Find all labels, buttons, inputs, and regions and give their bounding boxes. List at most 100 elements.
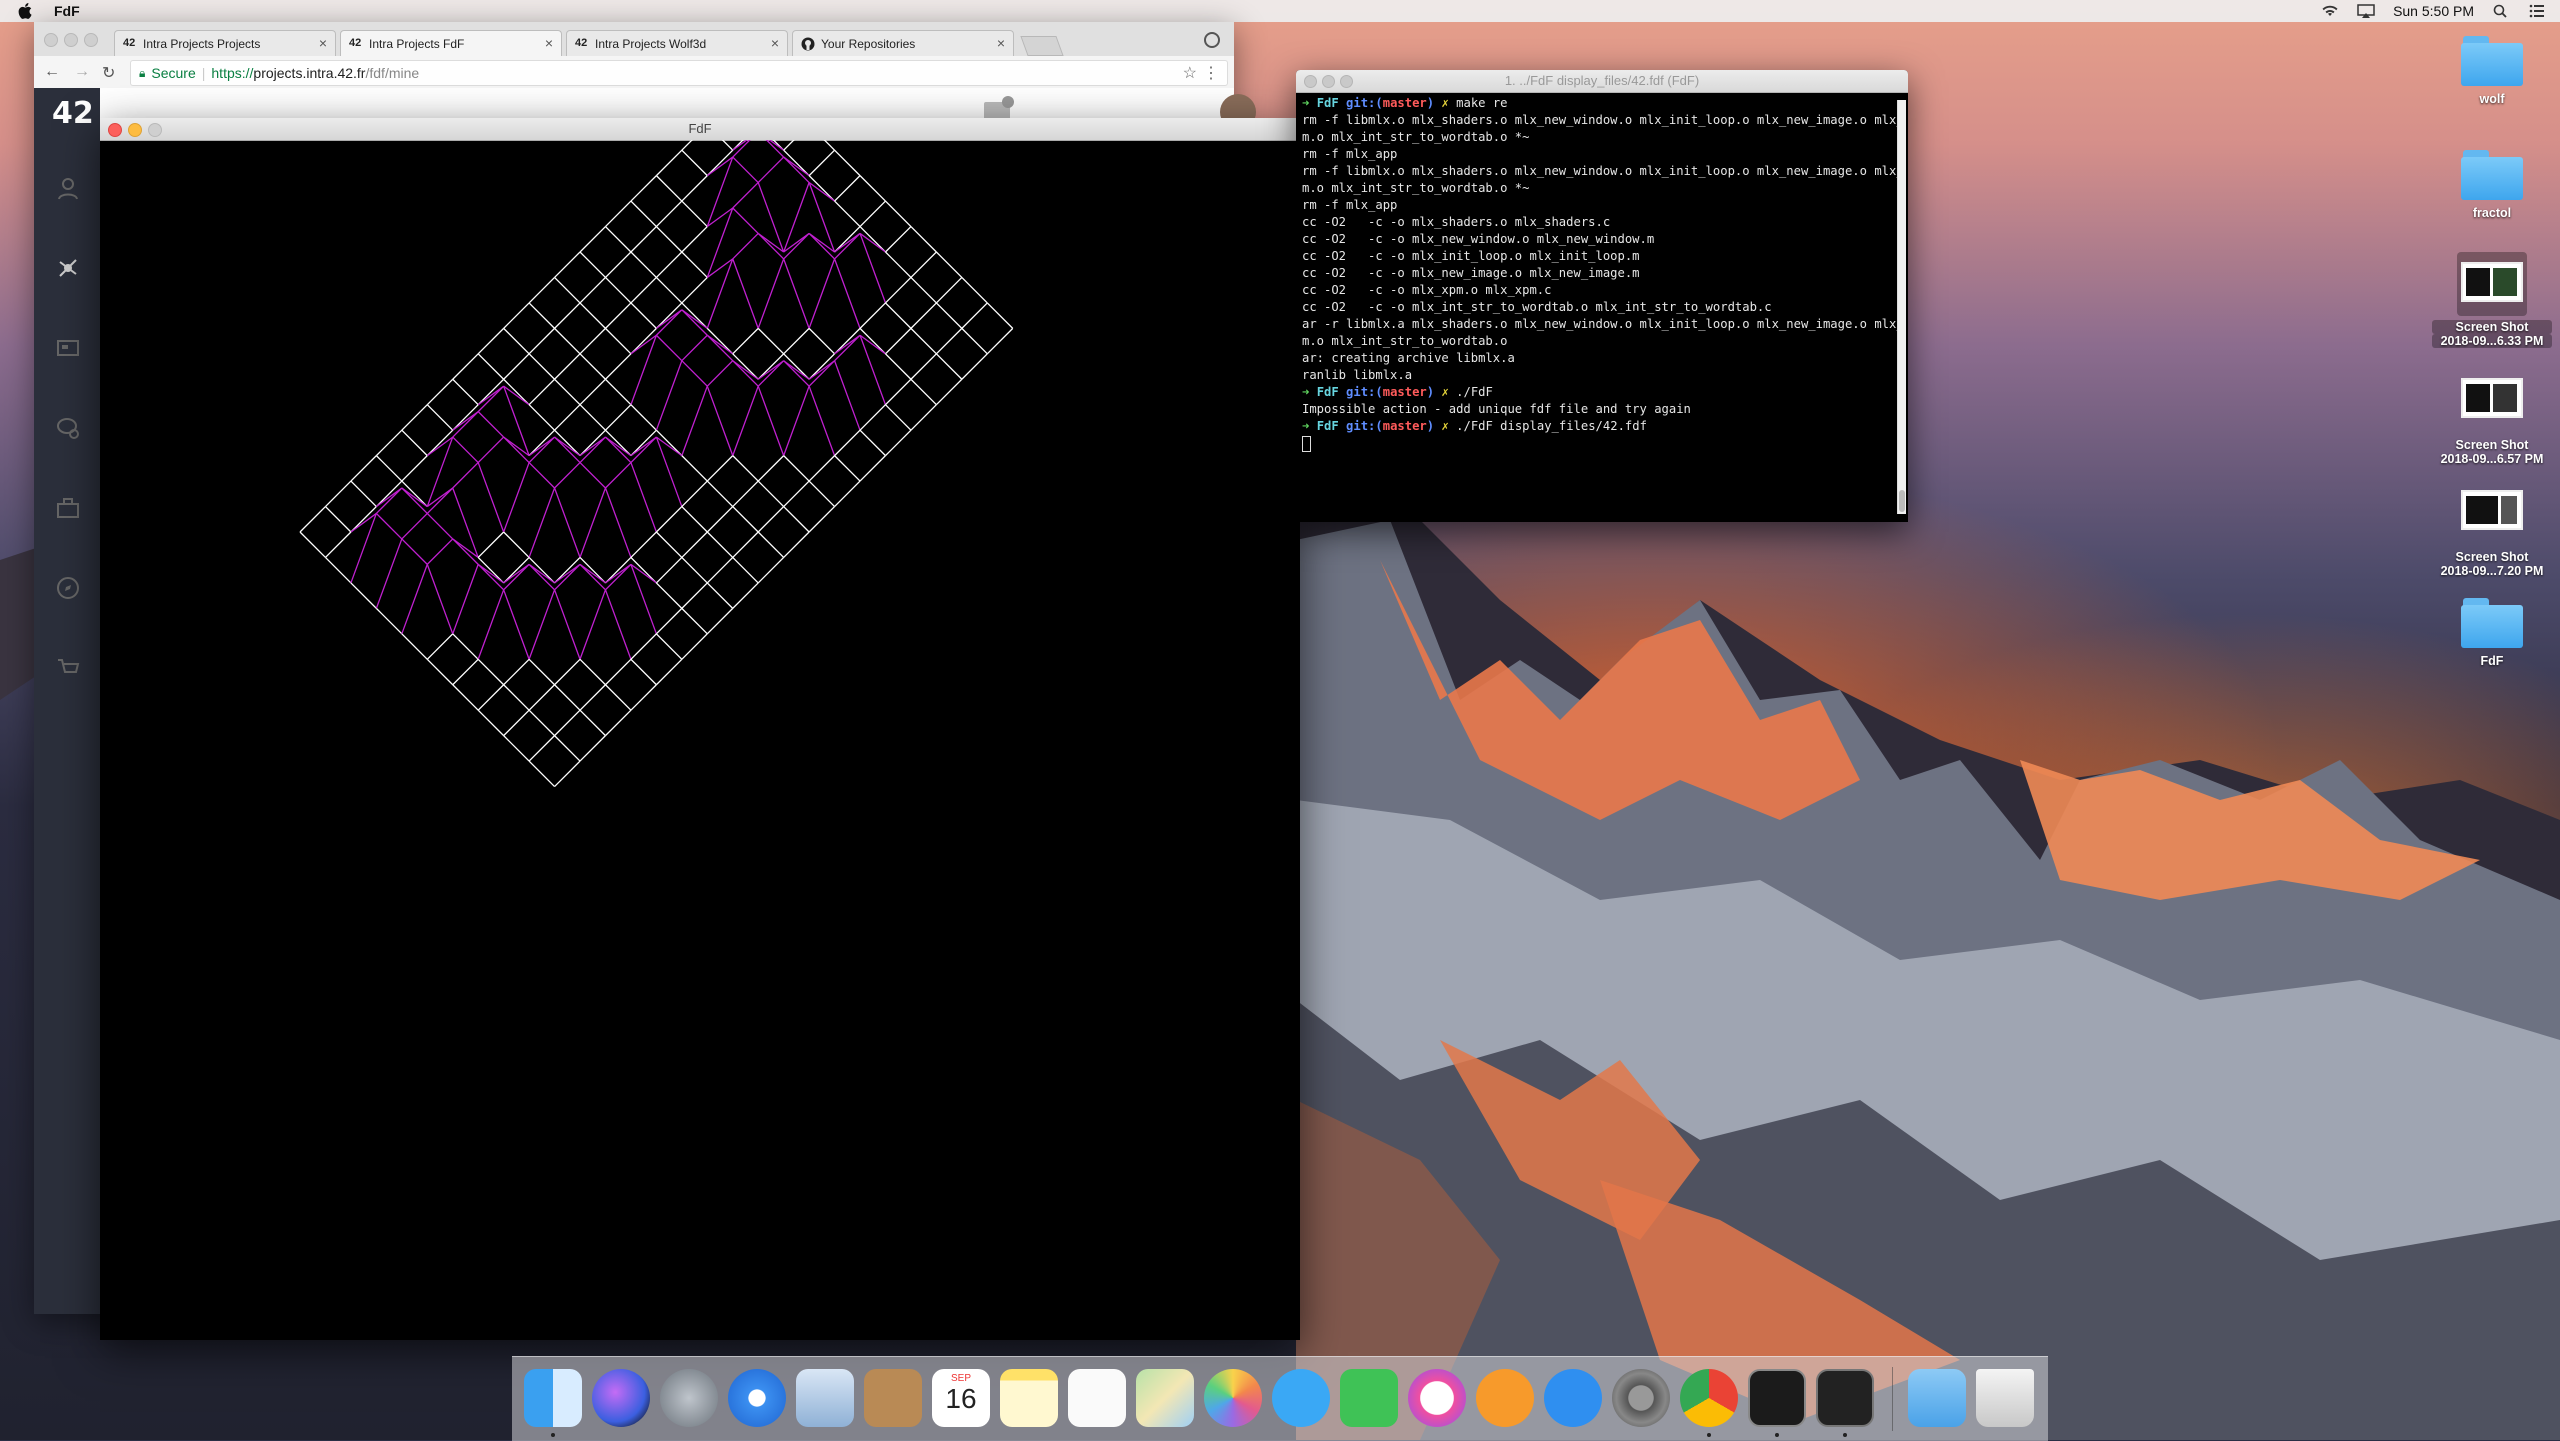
tab-close-icon[interactable]: × — [319, 35, 327, 51]
notification-center-icon[interactable] — [2528, 4, 2546, 18]
companies-nav-icon[interactable] — [56, 496, 80, 520]
tab-close-icon[interactable]: × — [545, 35, 553, 51]
fdf-titlebar[interactable]: FdF — [100, 118, 1300, 141]
system-preferences-icon[interactable] — [1612, 1369, 1670, 1427]
grid-edge — [630, 175, 657, 202]
facetime-icon[interactable] — [1340, 1369, 1398, 1427]
siri-icon[interactable] — [592, 1369, 650, 1427]
relief-edge — [732, 360, 759, 387]
relief-edge — [808, 360, 835, 380]
forum-nav-icon[interactable] — [56, 416, 80, 440]
reminders-icon[interactable] — [1068, 1369, 1126, 1427]
terminal-prompt-line: ➜ FdF git:(master) ✗ ./FdF — [1302, 384, 1892, 401]
desktop-folder-wolf[interactable]: wolf — [2432, 36, 2552, 106]
minimize-window-button[interactable] — [64, 33, 78, 47]
itunes-icon[interactable] — [1408, 1369, 1466, 1427]
terminal-output-line: m.o mlx_int_str_to_wordtab.o *~ — [1302, 130, 1530, 144]
relief-edge — [757, 385, 785, 456]
zoom-window-button[interactable] — [84, 33, 98, 47]
bookmark-star-icon[interactable]: ☆ — [1183, 63, 1197, 83]
downloads-folder-icon[interactable] — [1908, 1369, 1966, 1427]
grid-edge — [503, 735, 530, 762]
chrome-menu-icon[interactable]: ⋮ — [1203, 63, 1219, 83]
desktop-folder-fdf[interactable]: FdF — [2432, 598, 2552, 668]
relief-edge — [706, 334, 734, 355]
tab-title: Intra Projects Projects — [143, 36, 261, 51]
app-store-icon[interactable] — [1544, 1369, 1602, 1427]
grid-edge — [910, 327, 937, 355]
desktop-screenshot-1[interactable]: Screen Shot 2018-09...6.33 PM — [2432, 252, 2552, 348]
relief-edge — [605, 563, 632, 591]
terminal-scrollbar[interactable] — [1897, 100, 1906, 514]
grid-edge — [757, 506, 785, 533]
terminal-cursor-line[interactable] — [1302, 435, 1892, 452]
mail-icon[interactable] — [796, 1369, 854, 1427]
terminal-titlebar[interactable]: 1. ../FdF display_files/42.fdf (FdF) — [1296, 70, 1908, 93]
trash-icon[interactable] — [1976, 1369, 2034, 1427]
grid-edge — [554, 556, 581, 584]
close-window-button[interactable] — [108, 123, 122, 137]
chrome-icon[interactable] — [1680, 1369, 1738, 1427]
projects-graph-nav-icon[interactable] — [56, 256, 80, 280]
compass-nav-icon[interactable] — [56, 576, 80, 600]
minimize-window-button[interactable] — [1322, 75, 1335, 88]
desktop-folder-fractol[interactable]: fractol — [2432, 150, 2552, 220]
fdf-wireframe-canvas[interactable] — [100, 140, 1300, 1340]
apple-menu-icon[interactable] — [18, 3, 32, 19]
elearning-nav-icon[interactable] — [56, 336, 80, 360]
launchpad-icon[interactable] — [660, 1369, 718, 1427]
maps-icon[interactable] — [1136, 1369, 1194, 1427]
airplay-display-icon[interactable] — [2357, 4, 2375, 18]
relief-edge — [503, 563, 530, 591]
back-arrow-icon[interactable]: ← — [44, 63, 60, 81]
close-window-button[interactable] — [1304, 75, 1317, 88]
shop-nav-icon[interactable] — [56, 656, 80, 680]
terminal-output[interactable]: ➜ FdF git:(master) ✗ make re rm -f libmlx… — [1296, 93, 1898, 522]
zoom-window-button[interactable] — [1340, 75, 1353, 88]
address-bar[interactable]: 🔒︎ Secure | https:// projects.intra.42.f… — [130, 60, 1228, 86]
grid-edge — [375, 480, 403, 508]
relief-edge — [452, 487, 479, 558]
tab-close-icon[interactable]: × — [997, 35, 1005, 51]
close-window-button[interactable] — [44, 33, 58, 47]
spotlight-search-icon[interactable] — [2492, 4, 2510, 18]
screenshot-thumbnail-icon — [2461, 490, 2523, 530]
desktop-screenshot-3[interactable]: Screen Shot 2018-09...7.20 PM — [2432, 490, 2552, 578]
logo-42[interactable]: 42 — [52, 96, 94, 131]
finder-icon[interactable] — [524, 1369, 582, 1427]
terminal-icon[interactable] — [1748, 1369, 1806, 1427]
new-tab-button[interactable] — [1020, 36, 1064, 56]
folder-icon — [2461, 36, 2523, 86]
safari-icon[interactable] — [728, 1369, 786, 1427]
contacts-icon[interactable] — [864, 1369, 922, 1427]
messages-icon[interactable] — [1272, 1369, 1330, 1427]
grid-edge — [605, 302, 632, 329]
wifi-icon[interactable] — [2321, 4, 2339, 18]
desktop-screenshot-2[interactable]: Screen Shot 2018-09...6.57 PM — [2432, 378, 2552, 466]
relief-edge — [681, 309, 708, 329]
browser-tab-fdf[interactable]: 42 Intra Projects FdF × — [340, 30, 562, 56]
relief-edge — [579, 563, 606, 584]
grid-edge — [579, 226, 606, 253]
reload-icon[interactable]: ↻ — [102, 63, 115, 83]
menu-bar-clock[interactable]: Sun 5:50 PM — [2393, 3, 2474, 19]
profile-icon[interactable] — [1204, 32, 1220, 48]
profile-nav-icon[interactable] — [56, 176, 80, 200]
relief-edge — [605, 436, 632, 464]
grid-edge — [885, 200, 912, 227]
grid-edge — [630, 327, 657, 355]
terminal-exec-icon[interactable] — [1816, 1369, 1874, 1427]
zoom-window-button[interactable] — [148, 123, 162, 137]
active-app-name[interactable]: FdF — [54, 3, 80, 19]
browser-tab-wolf3d[interactable]: 42 Intra Projects Wolf3d × — [566, 30, 788, 56]
browser-tab-projects[interactable]: 42 Intra Projects Projects × — [114, 30, 336, 56]
calendar-icon[interactable]: SEP 16 — [932, 1369, 990, 1427]
tab-close-icon[interactable]: × — [771, 35, 779, 51]
photos-icon[interactable] — [1204, 1369, 1262, 1427]
scrollbar-thumb[interactable] — [1899, 490, 1905, 512]
browser-tab-repositories[interactable]: Your Repositories × — [792, 30, 1014, 56]
notes-icon[interactable] — [1000, 1369, 1058, 1427]
ibooks-icon[interactable] — [1476, 1369, 1534, 1427]
minimize-window-button[interactable] — [128, 123, 142, 137]
forward-arrow-icon[interactable]: → — [74, 63, 90, 81]
